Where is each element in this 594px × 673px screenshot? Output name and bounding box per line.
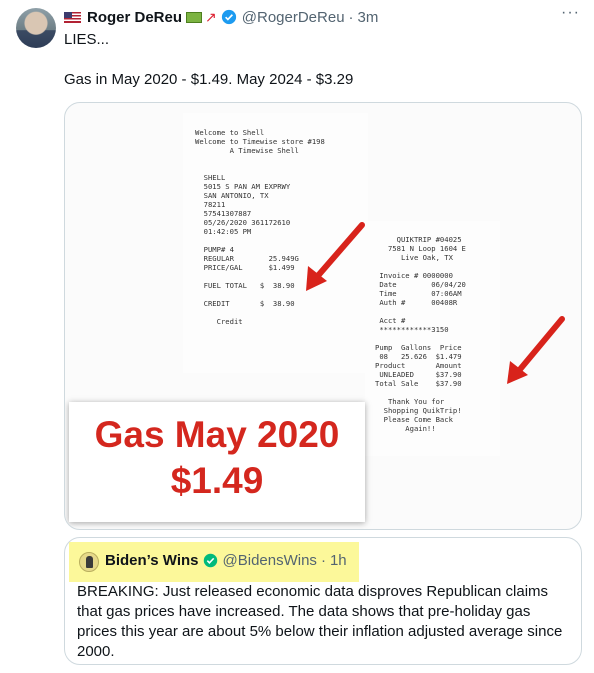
tweet-time[interactable]: 3m <box>358 9 379 26</box>
quote-separator: · <box>320 552 326 569</box>
author-handle[interactable]: @RogerDeReu <box>242 9 345 26</box>
tweet-text-line1: LIES... <box>64 31 110 48</box>
callout-line2: $1.49 <box>170 460 264 501</box>
money-icon <box>186 11 203 23</box>
quote-text: BREAKING: Just released economic data di… <box>77 583 563 660</box>
verified-badge-icon <box>221 9 236 25</box>
tweet-header: Roger DeReu ↗ @RogerDeReu · 3m <box>64 6 578 28</box>
quote-author-name[interactable]: Biden’s Wins <box>105 552 199 569</box>
quoted-tweet[interactable]: Biden’s Wins @BidensWins · 1h BREAKING: … <box>64 537 582 665</box>
author-avatar[interactable] <box>16 8 56 48</box>
tweet-text-line2: Gas in May 2020 - $1.49. May 2024 - $3.2… <box>64 71 354 88</box>
arrow-quiktrip-price-icon <box>507 316 565 384</box>
gas-price-callout: Gas May 2020 $1.49 <box>69 402 365 522</box>
more-options-icon[interactable]: ··· <box>561 4 580 22</box>
quote-author-avatar[interactable] <box>79 552 99 572</box>
quote-time[interactable]: 1h <box>330 552 347 569</box>
quote-header: Biden’s Wins @BidensWins · 1h <box>105 552 347 569</box>
callout-line1: Gas May 2020 <box>94 414 340 455</box>
us-flag-icon <box>64 11 81 23</box>
header-separator: · <box>348 8 354 26</box>
author-name[interactable]: Roger DeReu <box>87 9 182 26</box>
verified-badge-icon <box>203 553 217 568</box>
tweet-media-image[interactable]: Welcome to Shell Welcome to Timewise sto… <box>64 102 582 530</box>
arrow-shell-price-icon <box>306 222 365 291</box>
quote-author-handle[interactable]: @BidensWins <box>223 552 317 569</box>
chart-increasing-icon: ↗ <box>205 8 217 25</box>
